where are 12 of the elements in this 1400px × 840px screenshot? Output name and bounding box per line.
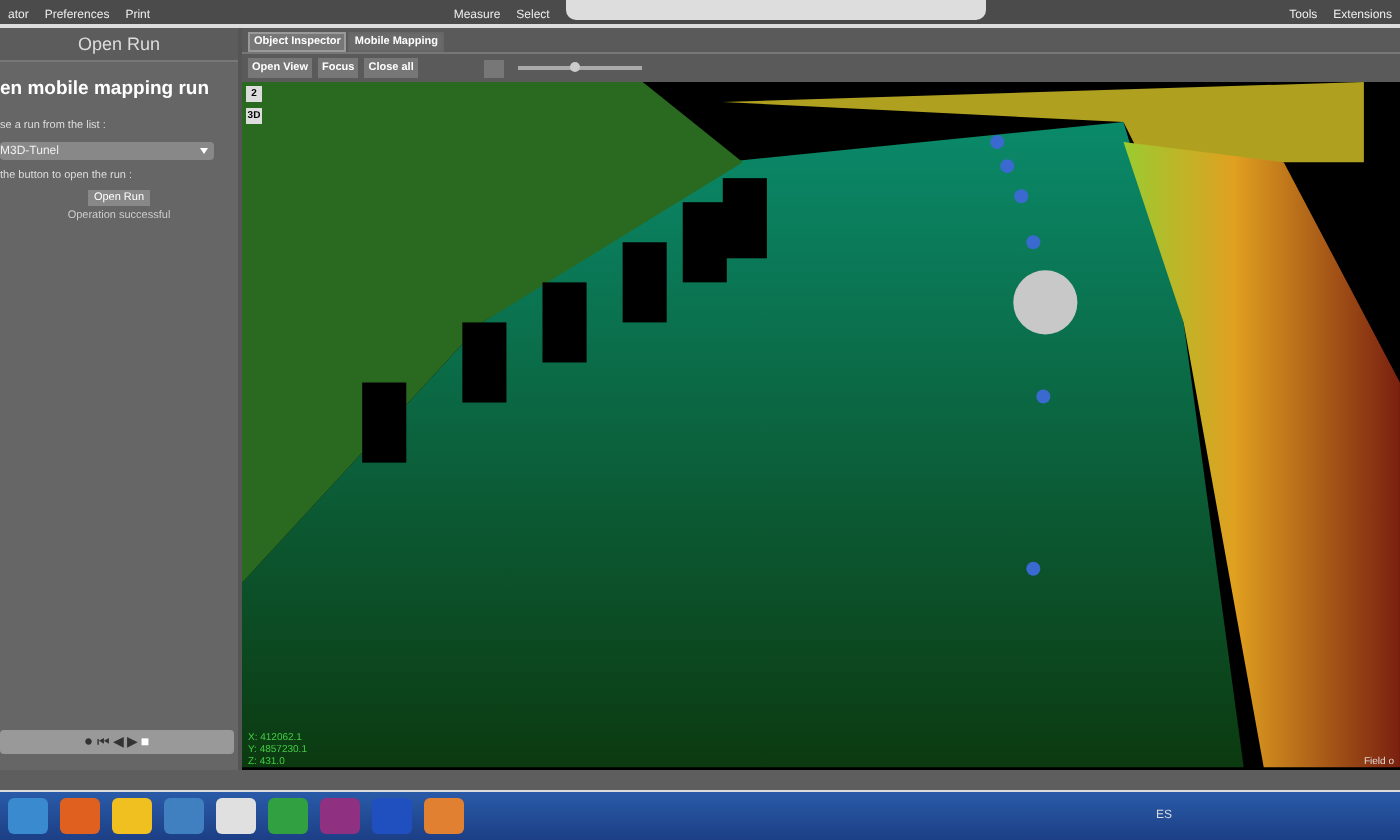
caret-icon	[200, 148, 208, 154]
taskbar-app-icon[interactable]	[112, 798, 152, 834]
taskbar-app-icon[interactable]	[216, 798, 256, 834]
panel-heading: en mobile mapping run	[0, 76, 212, 104]
taskbar-app-icon[interactable]	[8, 798, 48, 834]
taskbar-app-icon[interactable]	[320, 798, 360, 834]
taskbar-app-icon[interactable]	[268, 798, 308, 834]
taskbar-app-icon[interactable]	[164, 798, 204, 834]
taskbar-app-icon[interactable]	[424, 798, 464, 834]
search-field[interactable]	[565, 0, 986, 20]
taskbar-app-icon[interactable]	[60, 798, 100, 834]
panel-title: Open Run	[0, 28, 238, 62]
